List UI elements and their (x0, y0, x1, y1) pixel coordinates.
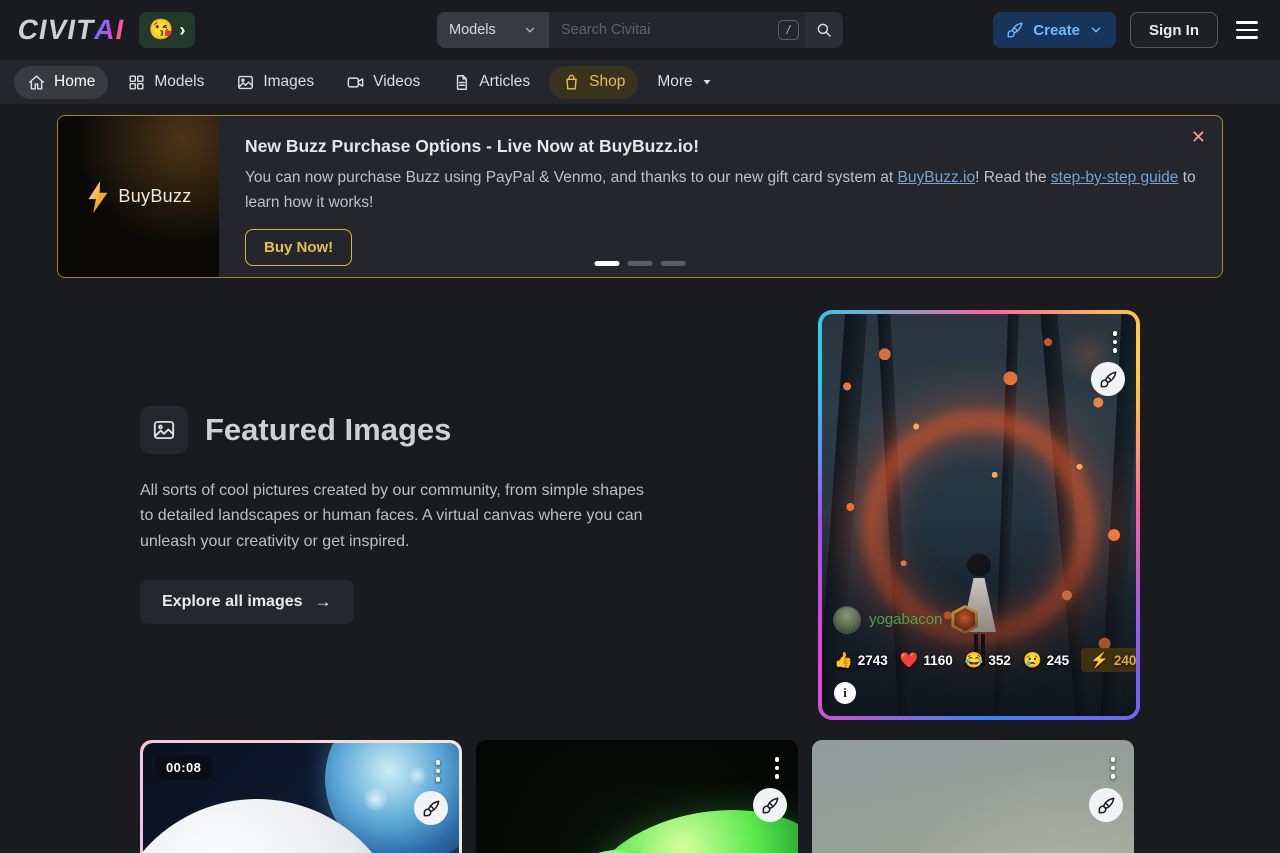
banner-content: New Buzz Purchase Options - Live Now at … (219, 116, 1222, 277)
buybuzz-link[interactable]: BuyBuzz.io (898, 169, 976, 186)
search-bar: Models / (437, 12, 843, 48)
video-duration-badge: 00:08 (155, 755, 212, 780)
featured-images-section: Featured Images All sorts of cool pictur… (140, 310, 1140, 720)
more-options-icon[interactable] (1109, 327, 1122, 357)
chevron-down-icon (1089, 23, 1103, 37)
menu-icon (1236, 21, 1258, 24)
brush-icon (1099, 370, 1118, 389)
brush-icon (761, 796, 780, 815)
carousel-dot-active[interactable] (595, 261, 620, 266)
caret-down-icon (701, 76, 713, 88)
image-card-sky[interactable] (812, 740, 1134, 853)
main-nav: Home Models Images Videos Articles Shop … (0, 60, 1280, 104)
banner-text: You can now purchase Buzz using PayPal &… (245, 166, 1196, 216)
nav-articles[interactable]: Articles (439, 66, 543, 99)
sky-image (812, 740, 1134, 853)
close-icon[interactable]: ✕ (1187, 124, 1210, 150)
carousel-dot[interactable] (628, 261, 653, 266)
user-badge-icon (951, 605, 978, 634)
featured-section-info: Featured Images All sorts of cool pictur… (140, 406, 804, 624)
like-reaction-button[interactable]: 👍2743 (834, 651, 888, 669)
cry-reaction-button[interactable]: 😢245 (1023, 651, 1069, 669)
thumbs-up-icon: 👍 (834, 651, 853, 669)
grid-icon (127, 73, 146, 92)
announcement-banner: BuyBuzz New Buzz Purchase Options - Live… (57, 115, 1223, 278)
chevron-down-icon (523, 23, 537, 37)
slash-shortcut-badge: / (778, 20, 799, 40)
section-description: All sorts of cool pictures created by ou… (140, 478, 648, 554)
featured-image-card[interactable]: yogabacon 👍2743 ❤️1160 😂352 😢245 ⚡240 i (818, 310, 1140, 720)
info-icon[interactable]: i (834, 682, 856, 704)
photo-icon (236, 73, 255, 92)
video-icon (346, 73, 365, 92)
laugh-reaction-button[interactable]: 😂352 (965, 651, 1011, 669)
main-content: Featured Images All sorts of cool pictur… (140, 310, 1140, 853)
more-options-icon[interactable] (1107, 753, 1120, 783)
search-button[interactable] (805, 12, 843, 48)
remix-brush-button[interactable] (753, 788, 787, 822)
logo-text: CIVIT (15, 14, 97, 46)
image-cards-row: 00:08 (140, 740, 1140, 853)
creator-row: yogabacon (834, 605, 978, 634)
remix-brush-button[interactable] (414, 791, 448, 825)
remix-brush-button[interactable] (1091, 362, 1125, 396)
civitai-logo[interactable]: CIVITAI (15, 14, 127, 46)
top-navbar: CIVITAI 😘 › Models / Create Sign In (0, 0, 1280, 60)
nav-models[interactable]: Models (114, 66, 217, 99)
search-input[interactable] (549, 12, 778, 48)
nav-images[interactable]: Images (223, 66, 327, 99)
buybuzz-artwork: BuyBuzz (58, 116, 219, 277)
explore-all-images-button[interactable]: Explore all images → (140, 580, 354, 624)
shopping-bag-icon (562, 73, 581, 92)
carousel-dot[interactable] (661, 261, 686, 266)
create-label: Create (1033, 22, 1080, 39)
photo-icon (140, 406, 188, 454)
section-title: Featured Images (205, 412, 451, 448)
buybuzz-brand: BuyBuzz (118, 186, 191, 207)
nav-videos[interactable]: Videos (333, 66, 433, 99)
buy-now-button[interactable]: Buy Now! (245, 229, 352, 266)
brush-icon (422, 799, 441, 818)
menu-button[interactable] (1232, 15, 1262, 45)
username-link[interactable]: yogabacon (869, 611, 942, 628)
lightning-bolt-icon: ⚡ (1090, 651, 1109, 669)
buzz-tip-button[interactable]: ⚡240 (1081, 648, 1136, 672)
brush-icon (1097, 796, 1116, 815)
topbar-actions: Create Sign In (993, 12, 1262, 48)
avatar[interactable] (834, 607, 860, 633)
search-category-dropdown[interactable]: Models (437, 12, 549, 48)
heart-icon: ❤️ (900, 651, 919, 669)
image-card-video[interactable]: 00:08 (140, 740, 462, 853)
cry-emoji-icon: 😢 (1023, 651, 1042, 669)
event-emoji-badge[interactable]: 😘 › (139, 12, 196, 48)
home-icon (27, 73, 46, 92)
search-icon (815, 21, 833, 39)
carousel-indicators (595, 261, 686, 266)
search-category-value: Models (449, 22, 496, 38)
brush-icon (1006, 21, 1024, 39)
more-options-icon[interactable] (771, 753, 784, 783)
sign-in-button[interactable]: Sign In (1130, 12, 1218, 48)
heart-reaction-button[interactable]: ❤️1160 (900, 651, 953, 669)
nav-shop[interactable]: Shop (549, 66, 638, 99)
chevron-right-icon: › (179, 21, 185, 39)
more-options-icon[interactable] (432, 756, 445, 786)
create-button[interactable]: Create (993, 12, 1116, 48)
nav-home[interactable]: Home (14, 66, 108, 99)
logo-ai-text: AI (92, 14, 128, 46)
laugh-emoji-icon: 😂 (965, 651, 984, 669)
article-icon (452, 73, 471, 92)
reactions-bar: 👍2743 ❤️1160 😂352 😢245 ⚡240 (834, 648, 1136, 672)
lightning-bolt-icon (85, 180, 111, 214)
banner-title: New Buzz Purchase Options - Live Now at … (245, 136, 1196, 157)
image-card-snake[interactable] (476, 740, 798, 853)
kiss-emoji-icon: 😘 (149, 20, 174, 40)
snake-image (476, 740, 798, 853)
arrow-right-icon: → (315, 592, 332, 612)
remix-brush-button[interactable] (1089, 788, 1123, 822)
guide-link[interactable]: step-by-step guide (1051, 169, 1179, 186)
nav-more[interactable]: More (644, 66, 725, 98)
